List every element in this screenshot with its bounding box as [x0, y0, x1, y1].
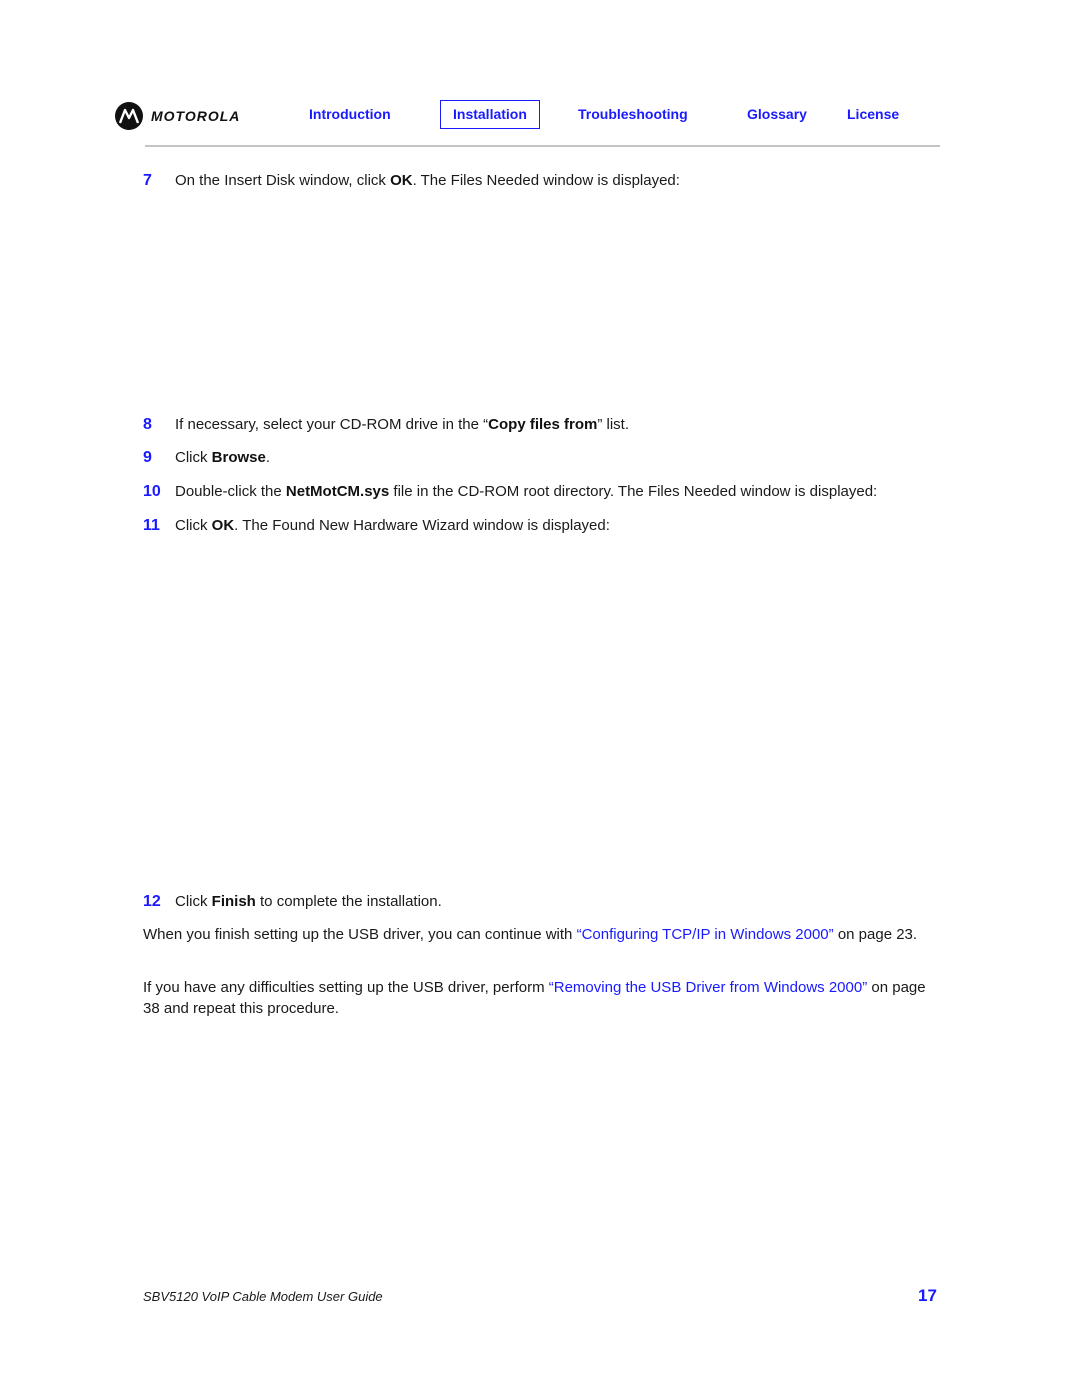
step-number: 7 — [143, 172, 152, 189]
motorola-logo: MOTOROLA — [115, 102, 240, 130]
step-text-post: file in the CD-ROM root directory. The F… — [389, 483, 878, 500]
footer-guide-title: SBV5120 VoIP Cable Modem User Guide — [143, 1289, 383, 1304]
nav-license[interactable]: License — [847, 106, 899, 122]
step-number: 11 — [143, 517, 160, 534]
step-text-bold: Browse — [211, 449, 266, 466]
paragraph-text: If you have any difficulties setting up … — [143, 979, 549, 996]
step-text-pre: Click — [175, 517, 212, 534]
step-text-post: ” list. — [597, 416, 630, 433]
continue-paragraph: When you finish setting up the USB drive… — [143, 924, 943, 945]
step-text: On the Insert Disk window, click OK. The… — [175, 172, 680, 190]
nav-glossary[interactable]: Glossary — [747, 106, 807, 122]
step-text-bold: Copy files from — [488, 416, 598, 433]
nav-introduction-label: Introduction — [309, 106, 391, 122]
step-text-post: . The Found New Hardware Wizard window i… — [234, 517, 610, 534]
step-text: Double-click the NetMotCM.sys file in th… — [175, 483, 877, 501]
step-text: If necessary, select your CD-ROM drive i… — [175, 416, 629, 434]
nav-troubleshooting[interactable]: Troubleshooting — [578, 106, 688, 122]
step-number: 12 — [143, 893, 161, 910]
step-text-bold: OK — [211, 517, 235, 534]
step-text-bold: NetMotCM.sys — [285, 483, 390, 500]
paragraph-text: When you finish setting up the USB drive… — [143, 926, 577, 943]
step-text: Click Browse. — [175, 449, 270, 467]
paragraph-text: on page 23. — [833, 926, 918, 943]
step-number: 8 — [143, 416, 152, 433]
nav-glossary-label: Glossary — [747, 106, 807, 122]
nav-installation-label: Installation — [453, 106, 527, 122]
step-text: Click Finish to complete the installatio… — [175, 893, 442, 911]
step-text-pre: If necessary, select your CD-ROM drive i… — [175, 416, 489, 433]
nav-troubleshooting-label: Troubleshooting — [578, 106, 688, 122]
page-number: 17 — [918, 1286, 937, 1305]
step-text-pre: Click — [175, 893, 212, 910]
step-text-pre: On the Insert Disk window, click — [175, 172, 391, 189]
configuring-tcpip-link[interactable]: “Configuring TCP/IP in Windows 2000” — [577, 926, 834, 943]
step-number: 9 — [143, 449, 152, 466]
step-text-bold: OK — [390, 172, 413, 189]
step-number: 10 — [143, 483, 161, 500]
step-text-pre: Click — [175, 449, 212, 466]
removing-usb-driver-link[interactable]: “Removing the USB Driver from Windows 20… — [549, 979, 867, 996]
step-text-post: to complete the installation. — [255, 893, 442, 910]
step-text-pre: Double-click the — [175, 483, 286, 500]
header-divider — [145, 145, 940, 147]
step-text-post: . — [265, 449, 271, 466]
step-text-bold: Finish — [211, 893, 256, 910]
nav-introduction[interactable]: Introduction — [309, 106, 391, 122]
page-header: MOTOROLA Introduction Installation Troub… — [115, 100, 940, 130]
brand-name: MOTOROLA — [151, 108, 241, 124]
difficulties-paragraph: If you have any difficulties setting up … — [143, 977, 943, 1019]
nav-license-label: License — [847, 106, 900, 122]
nav-installation[interactable]: Installation — [440, 100, 540, 129]
step-text: Click OK. The Found New Hardware Wizard … — [175, 517, 610, 535]
motorola-batwing-icon — [115, 102, 143, 130]
step-text-post: . The Files Needed window is displayed: — [412, 172, 680, 189]
